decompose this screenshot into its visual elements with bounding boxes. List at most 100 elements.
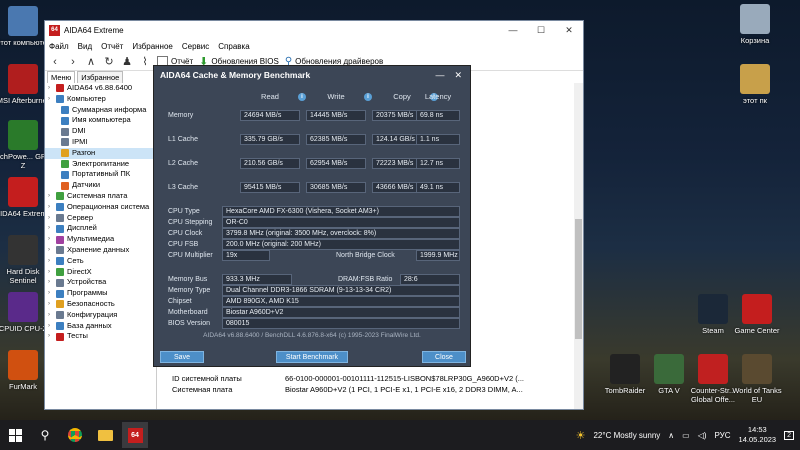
weather-text[interactable]: 22°C Mostly sunny bbox=[593, 431, 660, 440]
tree-item[interactable]: › Мультимедиа bbox=[45, 234, 156, 245]
notification-icon[interactable]: 2 bbox=[784, 430, 794, 440]
expand-chevron-icon[interactable]: › bbox=[48, 331, 54, 342]
expand-chevron-icon[interactable]: › bbox=[48, 202, 54, 213]
tree-item[interactable]: › Операционная система bbox=[45, 202, 156, 213]
desktop-icon-right-0[interactable]: Корзина bbox=[726, 4, 784, 45]
tree-item[interactable]: › Тесты bbox=[45, 331, 156, 342]
tree-item[interactable]: Датчики bbox=[45, 180, 156, 191]
tree-item[interactable]: Электропитание bbox=[45, 159, 156, 170]
tree-item[interactable]: › Устройства bbox=[45, 277, 156, 288]
tree-item-icon bbox=[56, 300, 64, 309]
expand-chevron-icon[interactable]: › bbox=[48, 223, 54, 234]
details-row[interactable]: Системная плата Biostar A960D+V2 (1 PCI, … bbox=[160, 384, 573, 395]
value-write: 62954 MB/s bbox=[306, 158, 366, 169]
save-button[interactable]: Save bbox=[160, 351, 204, 363]
expand-chevron-icon[interactable]: › bbox=[48, 83, 54, 94]
close-button[interactable]: Close bbox=[422, 351, 466, 363]
volume-icon[interactable]: ◁) bbox=[698, 431, 707, 440]
expand-chevron-icon[interactable]: › bbox=[48, 288, 54, 299]
tree-item[interactable]: › База данных bbox=[45, 321, 156, 332]
cpu-fsb-value: 200.0 MHz (original: 200 MHz) bbox=[222, 239, 460, 250]
refresh-icon[interactable]: ↻ bbox=[103, 55, 115, 68]
desktop-icon-right-1[interactable]: этот пк bbox=[726, 64, 784, 105]
desktop-icon-right-3[interactable]: Game Center bbox=[728, 294, 786, 335]
dialog-minimize-button[interactable]: — bbox=[435, 70, 444, 81]
cpu-type-label: CPU Type bbox=[168, 208, 200, 215]
expand-chevron-icon[interactable]: › bbox=[48, 191, 54, 202]
details-row[interactable]: ID системной платы 66-0100-000001-0010111… bbox=[160, 373, 573, 384]
value-write: 30685 MB/s bbox=[306, 182, 366, 193]
tree-item[interactable]: DMI bbox=[45, 126, 156, 137]
back-arrow-icon[interactable]: ‹ bbox=[49, 56, 61, 68]
chrome-icon[interactable] bbox=[62, 422, 88, 448]
info-icon[interactable]: i bbox=[298, 93, 306, 101]
tree-item[interactable]: › Программы bbox=[45, 288, 156, 299]
close-window-button[interactable]: ✕ bbox=[555, 25, 583, 36]
minimize-button[interactable]: — bbox=[499, 25, 527, 36]
tree-item[interactable]: Имя компьютера bbox=[45, 115, 156, 126]
menu-item-0[interactable]: Файл bbox=[49, 42, 69, 51]
expand-chevron-icon[interactable]: › bbox=[48, 213, 54, 224]
furmark-icon bbox=[8, 350, 38, 380]
tree-item[interactable]: › Дисплей bbox=[45, 223, 156, 234]
expand-chevron-icon[interactable]: › bbox=[48, 94, 54, 105]
chart-icon[interactable]: ⌇ bbox=[139, 55, 151, 68]
dialog-close-icon[interactable]: ✕ bbox=[454, 70, 462, 81]
expand-chevron-icon[interactable]: › bbox=[48, 245, 54, 256]
up-arrow-icon[interactable]: ∧ bbox=[85, 55, 97, 68]
clock[interactable]: 14:53 14.05.2023 bbox=[739, 425, 777, 445]
tree-item[interactable]: IPMI bbox=[45, 137, 156, 148]
tree-item[interactable]: › Сеть bbox=[45, 256, 156, 267]
tree-item[interactable]: Суммарная информа bbox=[45, 105, 156, 116]
benchmark-titlebar[interactable]: AIDA64 Cache & Memory Benchmark — ✕ bbox=[154, 66, 470, 84]
value-write: 14445 MB/s bbox=[306, 110, 366, 121]
expand-chevron-icon[interactable]: › bbox=[48, 234, 54, 245]
maximize-button[interactable]: ☐ bbox=[527, 25, 555, 36]
expand-chevron-icon[interactable]: › bbox=[48, 267, 54, 278]
expand-chevron-icon[interactable]: › bbox=[48, 299, 54, 310]
tree-item[interactable]: › AIDA64 v6.88.6400 bbox=[45, 83, 156, 94]
start-button[interactable] bbox=[2, 422, 28, 448]
tree-item[interactable]: › Системная плата bbox=[45, 191, 156, 202]
tab-1[interactable]: Избранное bbox=[77, 71, 124, 83]
user-icon[interactable]: ♟ bbox=[121, 55, 133, 68]
tree-item[interactable]: › Компьютер bbox=[45, 94, 156, 105]
language-indicator[interactable]: РУС bbox=[715, 431, 731, 440]
expand-chevron-icon[interactable]: › bbox=[48, 321, 54, 332]
explorer-icon[interactable] bbox=[92, 422, 118, 448]
menu-item-5[interactable]: Справка bbox=[218, 42, 249, 51]
menu-item-4[interactable]: Сервис bbox=[182, 42, 209, 51]
tree-item[interactable]: Разгон bbox=[45, 147, 156, 159]
tree-item[interactable]: › DirectX bbox=[45, 267, 156, 278]
tray-chevron-icon[interactable]: ∧ bbox=[668, 431, 674, 440]
tree-item[interactable]: › Конфигурация bbox=[45, 310, 156, 321]
cpu-stepping-label: CPU Stepping bbox=[168, 219, 213, 226]
scrollbar-thumb[interactable] bbox=[575, 219, 582, 339]
expand-chevron-icon[interactable]: › bbox=[48, 277, 54, 288]
menu-item-2[interactable]: Отчёт bbox=[101, 42, 123, 51]
vertical-scrollbar[interactable] bbox=[574, 83, 583, 409]
tree-item[interactable]: Портативный ПК bbox=[45, 169, 156, 180]
tab-0[interactable]: Меню bbox=[47, 71, 76, 83]
tree-item-icon bbox=[56, 192, 64, 201]
menu-item-3[interactable]: Избранное bbox=[132, 42, 173, 51]
network-icon[interactable]: ▭ bbox=[682, 431, 690, 440]
desktop-icon-right-7[interactable]: World of Tanks EU bbox=[728, 354, 786, 404]
tree-item-label: Сервер bbox=[67, 212, 94, 222]
window-titlebar[interactable]: 64 AIDA64 Extreme — ☐ ✕ bbox=[45, 21, 583, 39]
memory-bus-label: Memory Bus bbox=[168, 276, 208, 283]
taskbar-search-icon[interactable]: ⚲ bbox=[32, 422, 58, 448]
info-icon[interactable]: i bbox=[364, 93, 372, 101]
tree-item-label: База данных bbox=[67, 320, 112, 330]
tree-item[interactable]: › Безопасность bbox=[45, 299, 156, 310]
expand-chevron-icon[interactable]: › bbox=[48, 310, 54, 321]
tree-item[interactable]: › Хранение данных bbox=[45, 245, 156, 256]
tree-item[interactable]: › Сервер bbox=[45, 213, 156, 224]
aida64-taskbar-icon[interactable]: 64 bbox=[122, 422, 148, 448]
tree-item-label: Хранение данных bbox=[67, 244, 130, 254]
forward-arrow-icon[interactable]: › bbox=[67, 56, 79, 68]
expand-chevron-icon[interactable]: › bbox=[48, 256, 54, 267]
menu-item-1[interactable]: Вид bbox=[78, 42, 92, 51]
tree-item-label: Конфигурация bbox=[67, 309, 118, 319]
start-benchmark-button[interactable]: Start Benchmark bbox=[276, 351, 348, 363]
